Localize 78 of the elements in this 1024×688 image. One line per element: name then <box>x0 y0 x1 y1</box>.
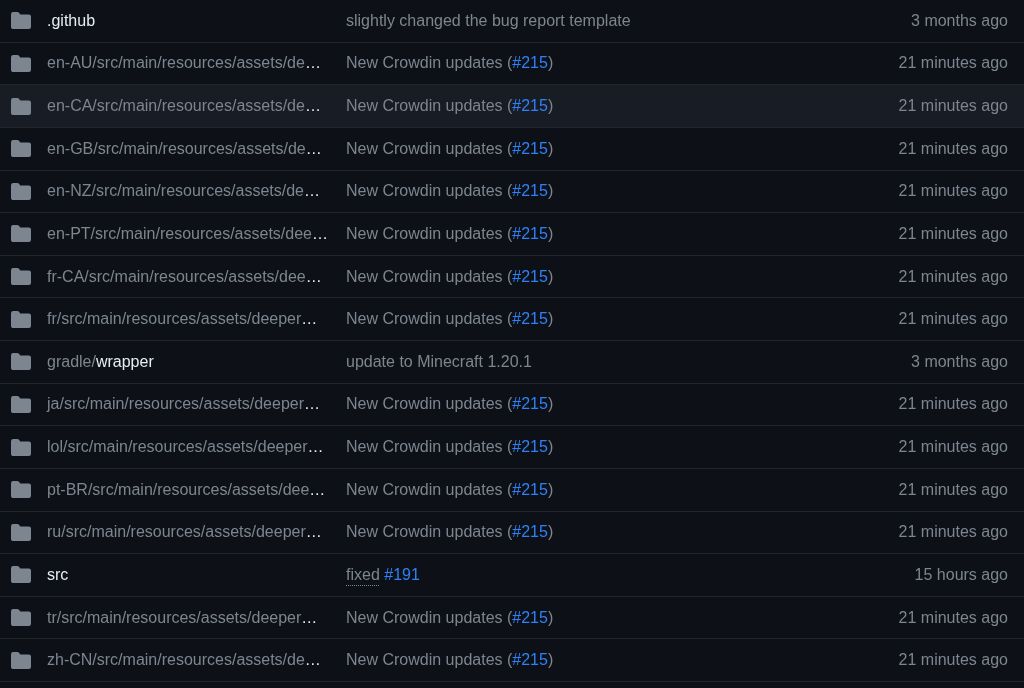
commit-message[interactable]: fixed #191 <box>346 565 420 584</box>
commit-time: 21 minutes ago <box>898 224 1008 243</box>
folder-link[interactable]: en-AU/src/main/resources/assets/de… <box>47 54 321 73</box>
commit-time: 21 minutes ago <box>898 182 1008 201</box>
commit-message[interactable]: New Crowdin updates (#215) <box>346 267 554 286</box>
issue-link[interactable]: #215 <box>512 651 548 669</box>
commit-time: 21 minutes ago <box>898 651 1008 670</box>
commit-time: 21 minutes ago <box>898 523 1008 542</box>
folder-link[interactable]: en-GB/src/main/resources/assets/de… <box>47 139 322 158</box>
folder-link[interactable]: en-NZ/src/main/resources/assets/de… <box>47 182 320 201</box>
folder-link[interactable]: zh-CN/src/main/resources/assets/de… <box>47 651 321 670</box>
issue-link[interactable]: #215 <box>512 182 548 200</box>
issue-link[interactable]: #215 <box>512 395 548 413</box>
folder-icon <box>11 97 31 115</box>
folder-icon <box>11 481 31 499</box>
commit-time: 21 minutes ago <box>898 608 1008 627</box>
issue-link[interactable]: #215 <box>512 97 548 115</box>
commit-message[interactable]: New Crowdin updates (#215) <box>346 608 554 627</box>
folder-icon <box>11 310 31 328</box>
folder-link[interactable]: ja/src/main/resources/assets/deeper… <box>47 395 320 414</box>
issue-link[interactable]: #215 <box>512 608 548 626</box>
commit-time: 21 minutes ago <box>898 54 1008 73</box>
folder-icon <box>11 651 31 669</box>
folder-icon <box>11 140 31 158</box>
commit-message[interactable]: New Crowdin updates (#215) <box>346 310 554 329</box>
folder-link[interactable]: lol/src/main/resources/assets/deeper… <box>47 438 324 457</box>
folder-link[interactable]: fr-CA/src/main/resources/assets/dee… <box>47 267 322 286</box>
issue-link[interactable]: #215 <box>512 54 548 72</box>
folder-icon <box>11 438 31 456</box>
folder-icon <box>11 12 31 30</box>
commit-time: 3 months ago <box>911 11 1008 30</box>
commit-message[interactable]: New Crowdin updates (#215) <box>346 182 554 201</box>
folder-icon <box>11 353 31 371</box>
commit-time: 21 minutes ago <box>898 310 1008 329</box>
folder-icon <box>11 609 31 627</box>
folder-link[interactable]: pt-BR/src/main/resources/assets/dee… <box>47 480 326 499</box>
issue-link[interactable]: #215 <box>512 267 548 285</box>
folder-icon <box>11 523 31 541</box>
commit-message[interactable]: update to Minecraft 1.20.1 <box>346 352 532 371</box>
folder-link[interactable]: ru/src/main/resources/assets/deeper… <box>47 523 322 542</box>
folder-link[interactable]: en-PT/src/main/resources/assets/dee… <box>47 224 328 243</box>
folder-icon <box>11 268 31 286</box>
commit-time: 21 minutes ago <box>898 139 1008 158</box>
commit-message[interactable]: slightly changed the bug report template <box>346 11 631 30</box>
issue-link[interactable]: #215 <box>512 139 548 157</box>
issue-link[interactable]: #191 <box>384 565 420 583</box>
commit-message[interactable]: New Crowdin updates (#215) <box>346 97 554 116</box>
commit-message[interactable]: New Crowdin updates (#215) <box>346 395 554 414</box>
folder-icon <box>11 54 31 72</box>
commit-time: 21 minutes ago <box>898 480 1008 499</box>
commit-message[interactable]: New Crowdin updates (#215) <box>346 438 554 457</box>
commit-message[interactable]: New Crowdin updates (#215) <box>346 54 554 73</box>
commit-time: 21 minutes ago <box>898 267 1008 286</box>
folder-icon <box>11 225 31 243</box>
commit-time: 21 minutes ago <box>898 438 1008 457</box>
issue-link[interactable]: #215 <box>512 523 548 541</box>
commit-message[interactable]: New Crowdin updates (#215) <box>346 651 554 670</box>
commit-time: 3 months ago <box>911 352 1008 371</box>
commit-time: 15 hours ago <box>914 565 1008 584</box>
folder-link[interactable]: .github <box>47 11 96 30</box>
commit-time: 21 minutes ago <box>898 97 1008 116</box>
commit-message[interactable]: New Crowdin updates (#215) <box>346 139 554 158</box>
folder-link[interactable]: gradle/wrapper <box>47 352 154 371</box>
issue-link[interactable]: #215 <box>512 480 548 498</box>
folder-link[interactable]: fr/src/main/resources/assets/deeper… <box>47 310 318 329</box>
folder-link[interactable]: tr/src/main/resources/assets/deeper… <box>47 608 318 627</box>
commit-message[interactable]: New Crowdin updates (#215) <box>346 224 554 243</box>
folder-icon <box>11 395 31 413</box>
folder-link[interactable]: en-CA/src/main/resources/assets/de… <box>47 97 321 116</box>
issue-link[interactable]: #215 <box>512 438 548 456</box>
commit-message[interactable]: New Crowdin updates (#215) <box>346 523 554 542</box>
folder-icon <box>11 182 31 200</box>
folder-icon <box>11 566 31 584</box>
issue-link[interactable]: #215 <box>512 310 548 328</box>
commit-time: 21 minutes ago <box>898 395 1008 414</box>
issue-link[interactable]: #215 <box>512 224 548 242</box>
folder-link[interactable]: src <box>47 565 69 584</box>
commit-message[interactable]: New Crowdin updates (#215) <box>346 480 554 499</box>
